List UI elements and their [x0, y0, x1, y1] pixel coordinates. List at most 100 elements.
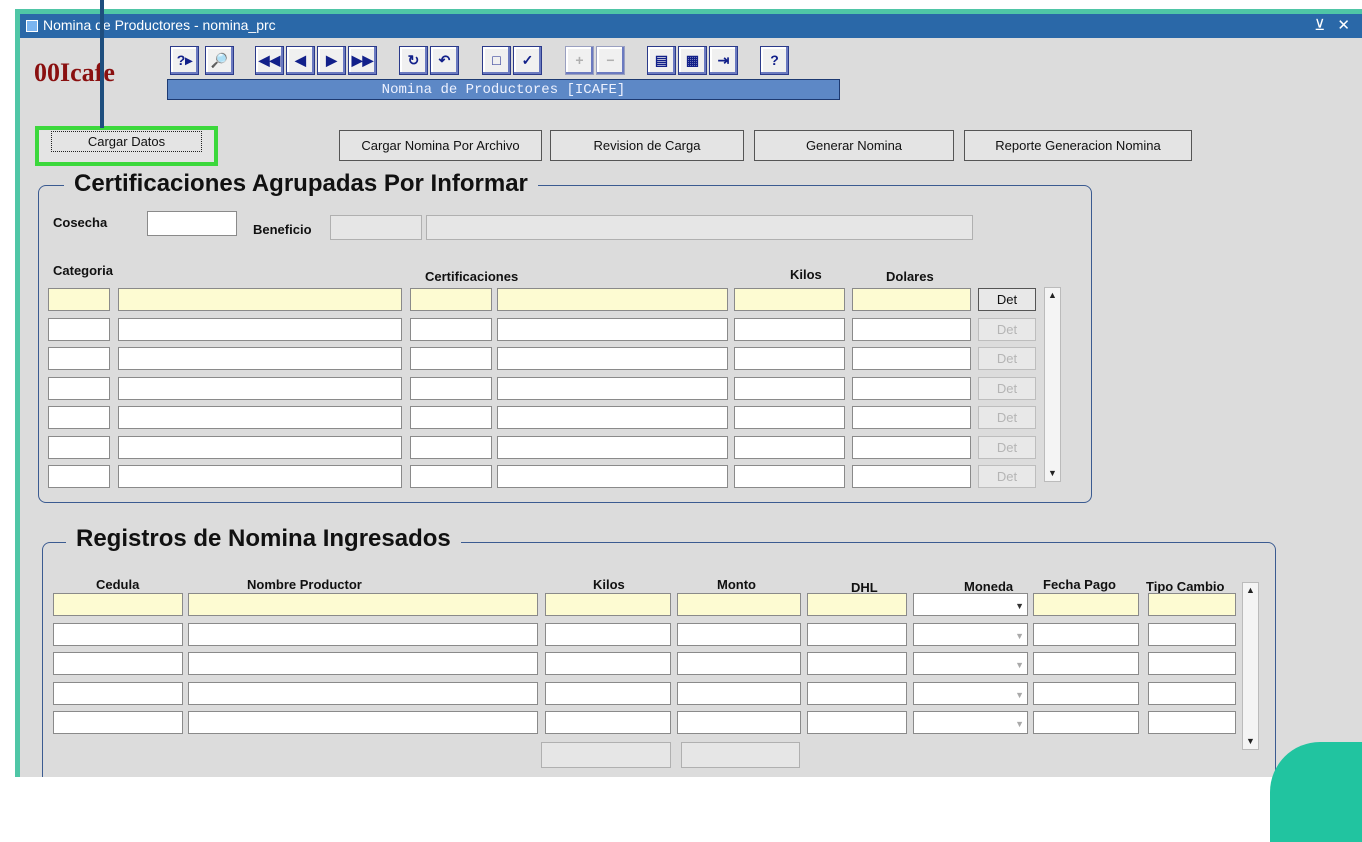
registro-cell[interactable]	[1033, 593, 1139, 616]
cert-cell[interactable]	[410, 317, 492, 341]
cert-cell[interactable]	[118, 406, 402, 429]
cert-cell[interactable]	[118, 347, 402, 370]
det-button[interactable]: Det	[978, 435, 1036, 459]
beneficio-code-field[interactable]	[330, 215, 422, 240]
cert-cell[interactable]	[734, 376, 845, 400]
previous-record-icon[interactable]: ◀	[286, 46, 315, 75]
registro-cell[interactable]	[53, 711, 183, 734]
notebook-icon[interactable]: ▤	[647, 46, 676, 75]
cert-cell[interactable]	[118, 288, 402, 311]
undo-icon[interactable]: ↶	[430, 46, 459, 75]
help-icon[interactable]: ?	[760, 46, 789, 75]
cert-cell[interactable]	[48, 376, 110, 400]
cosecha-field[interactable]	[147, 211, 237, 236]
window-controls[interactable]: ⊻ ✕	[1314, 16, 1354, 34]
cargar-nomina-archivo-button[interactable]: Cargar Nomina Por Archivo	[339, 130, 542, 161]
new-page-icon[interactable]: □	[482, 46, 511, 75]
moneda-dropdown[interactable]: ▼	[913, 622, 1028, 646]
cert-cell[interactable]	[118, 376, 402, 400]
registro-cell[interactable]	[807, 681, 907, 705]
moneda-dropdown[interactable]: ▼	[913, 593, 1028, 616]
beneficio-name-field[interactable]	[426, 215, 973, 240]
chevron-down-icon[interactable]: ▼	[1015, 601, 1024, 611]
registro-cell[interactable]	[53, 652, 183, 675]
registro-cell[interactable]	[677, 652, 801, 675]
registro-cell[interactable]	[1148, 711, 1236, 734]
cert-cell[interactable]	[410, 406, 492, 429]
moneda-dropdown[interactable]: ▼	[913, 652, 1028, 675]
det-button[interactable]: Det	[978, 465, 1036, 488]
registro-cell[interactable]	[1033, 652, 1139, 675]
registro-cell[interactable]	[545, 622, 671, 646]
cert-cell[interactable]	[48, 317, 110, 341]
cert-cell[interactable]	[734, 288, 845, 311]
registro-cell[interactable]	[545, 593, 671, 616]
cert-cell[interactable]	[734, 435, 845, 459]
scroll-up-icon-2[interactable]: ▲	[1243, 583, 1258, 598]
registro-cell[interactable]	[545, 681, 671, 705]
cert-cell[interactable]	[118, 465, 402, 488]
registro-cell[interactable]	[1033, 711, 1139, 734]
print-icon[interactable]: ▦	[678, 46, 707, 75]
registro-cell[interactable]	[677, 711, 801, 734]
cert-cell[interactable]	[734, 465, 845, 488]
registro-cell[interactable]	[677, 593, 801, 616]
cert-cell[interactable]	[48, 406, 110, 429]
moneda-dropdown[interactable]: ▼	[913, 711, 1028, 734]
registro-cell[interactable]	[53, 593, 183, 616]
scroll-down-icon[interactable]: ▼	[1045, 466, 1060, 481]
query-icon[interactable]: 🔎	[205, 46, 234, 75]
save-icon[interactable]: ✓	[513, 46, 542, 75]
det-button[interactable]: Det	[978, 376, 1036, 400]
registro-cell[interactable]	[1033, 681, 1139, 705]
registro-cell[interactable]	[188, 652, 538, 675]
registro-cell[interactable]	[545, 711, 671, 734]
cert-cell[interactable]	[852, 435, 971, 459]
det-button[interactable]: Det	[978, 406, 1036, 429]
registros-scrollbar[interactable]: ▲ ▼	[1242, 582, 1259, 750]
refresh-icon[interactable]: ↻	[399, 46, 428, 75]
cert-cell[interactable]	[852, 288, 971, 311]
cert-cell[interactable]	[852, 347, 971, 370]
chevron-down-icon[interactable]: ▼	[1015, 660, 1024, 670]
cert-cell[interactable]	[48, 465, 110, 488]
cert-cell[interactable]	[48, 347, 110, 370]
last-record-icon[interactable]: ▶▶	[348, 46, 377, 75]
cert-cell[interactable]	[497, 347, 728, 370]
chevron-down-icon[interactable]: ▼	[1015, 631, 1024, 641]
registro-cell[interactable]	[53, 622, 183, 646]
registro-cell[interactable]	[53, 681, 183, 705]
cert-cell[interactable]	[410, 465, 492, 488]
registro-cell[interactable]	[188, 711, 538, 734]
det-button[interactable]: Det	[978, 347, 1036, 370]
delete-record-icon[interactable]: −	[596, 46, 625, 75]
cert-cell[interactable]	[497, 435, 728, 459]
cert-cell[interactable]	[48, 288, 110, 311]
det-button[interactable]: Det	[978, 288, 1036, 311]
certificaciones-scrollbar[interactable]: ▲ ▼	[1044, 287, 1061, 482]
scroll-down-icon-2[interactable]: ▼	[1243, 734, 1258, 749]
registro-cell[interactable]	[188, 593, 538, 616]
moneda-dropdown[interactable]: ▼	[913, 681, 1028, 705]
cert-cell[interactable]	[497, 406, 728, 429]
cert-cell[interactable]	[734, 406, 845, 429]
registro-cell[interactable]	[188, 681, 538, 705]
cert-cell[interactable]	[852, 406, 971, 429]
cert-cell[interactable]	[410, 347, 492, 370]
cert-cell[interactable]	[410, 435, 492, 459]
next-record-icon[interactable]: ▶	[317, 46, 346, 75]
cert-cell[interactable]	[410, 376, 492, 400]
registro-cell[interactable]	[1033, 622, 1139, 646]
registro-cell[interactable]	[1148, 622, 1236, 646]
cert-cell[interactable]	[410, 288, 492, 311]
registro-cell[interactable]	[807, 711, 907, 734]
registro-cell[interactable]	[807, 622, 907, 646]
insert-record-icon[interactable]: +	[565, 46, 594, 75]
cert-cell[interactable]	[118, 317, 402, 341]
first-record-icon[interactable]: ◀◀	[255, 46, 284, 75]
scroll-up-icon[interactable]: ▲	[1045, 288, 1060, 303]
det-button[interactable]: Det	[978, 317, 1036, 341]
generar-nomina-button[interactable]: Generar Nomina	[754, 130, 954, 161]
cert-cell[interactable]	[48, 435, 110, 459]
registro-cell[interactable]	[677, 622, 801, 646]
